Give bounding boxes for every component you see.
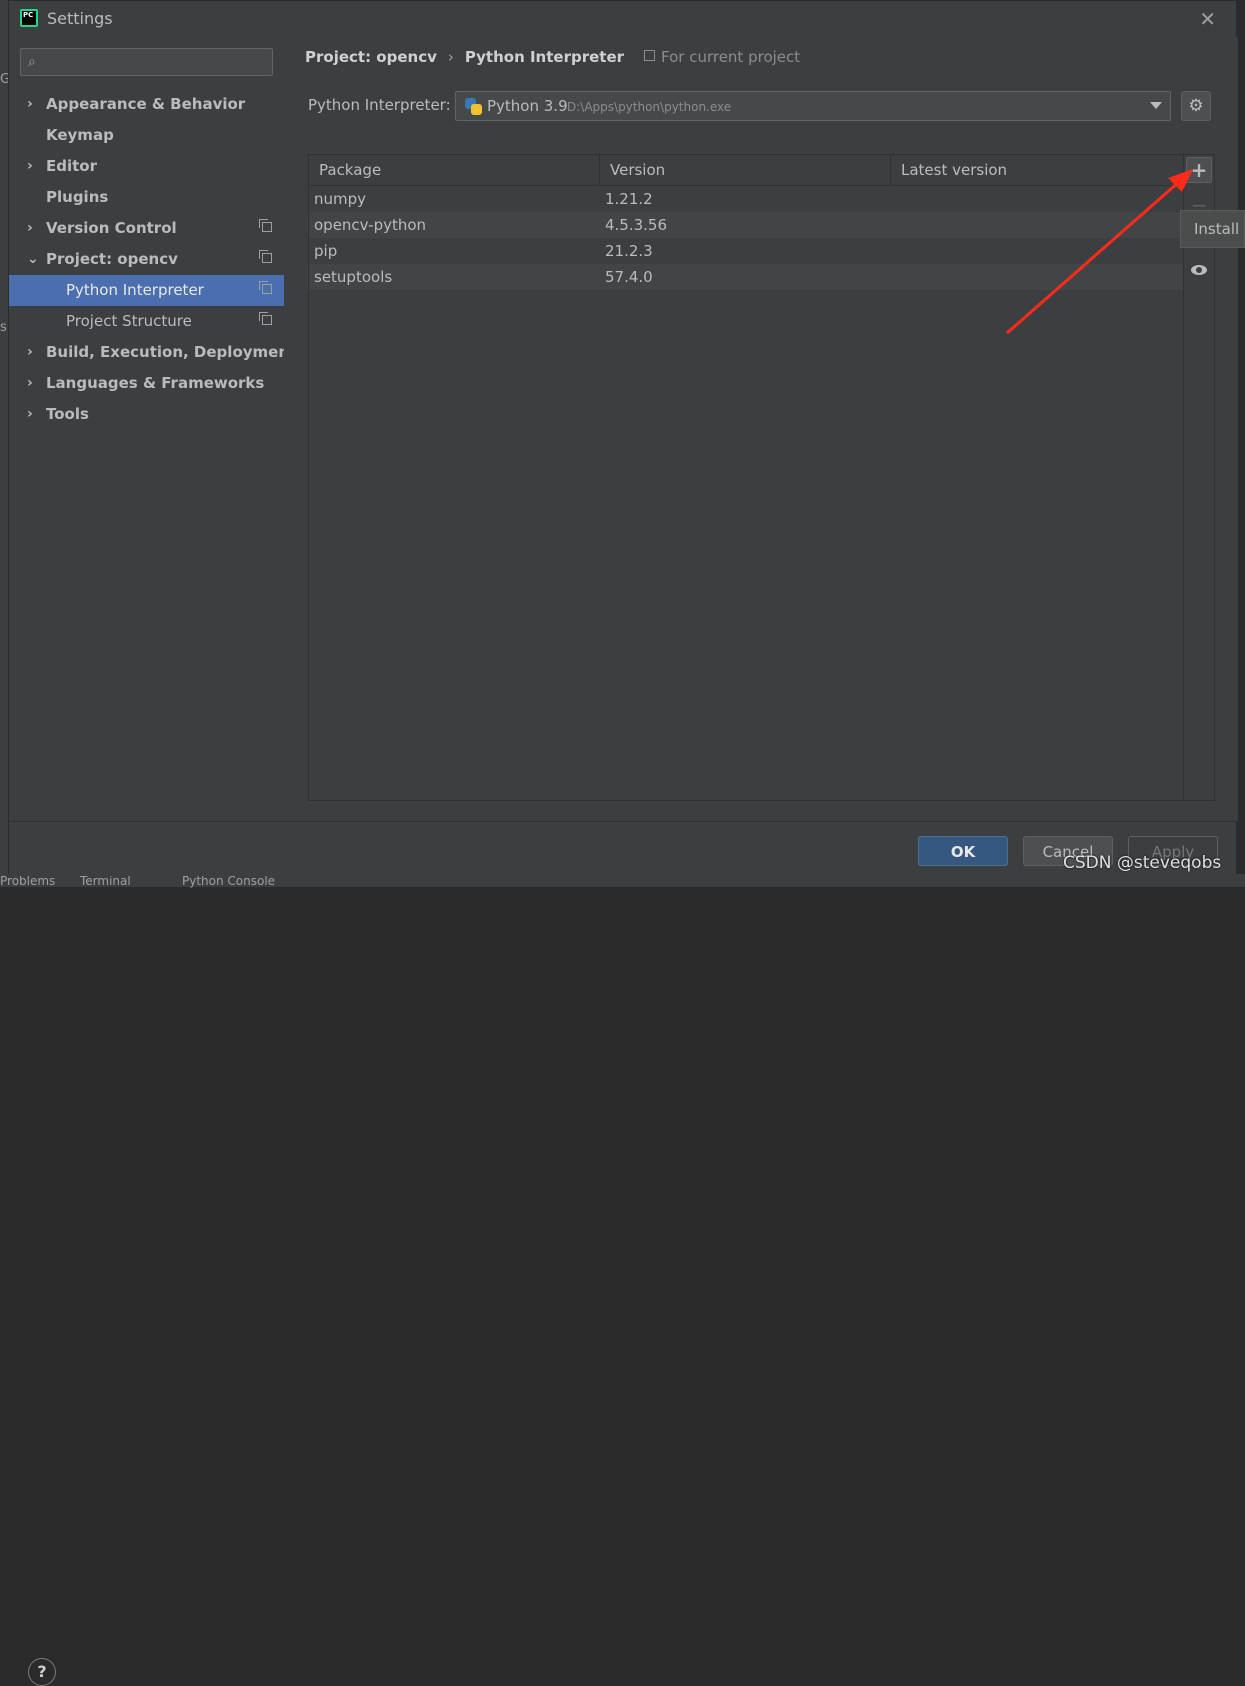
sidebar-item-label: Appearance & Behavior: [46, 95, 246, 113]
column-header-latest-version[interactable]: Latest version: [891, 155, 1183, 185]
dialog-footer: ? OK Cancel Apply: [9, 821, 1236, 1686]
terminal-tab[interactable]: Terminal: [80, 874, 131, 888]
breadcrumb: Project: opencv › Python Interpreter: [305, 48, 624, 66]
help-button[interactable]: ?: [28, 1658, 56, 1686]
package-name: setuptools: [314, 268, 393, 286]
sidebar-item-python-interpreter[interactable]: Python Interpreter: [9, 275, 284, 306]
package-name: numpy: [314, 190, 367, 208]
sidebar-item-tools[interactable]: › Tools: [9, 399, 284, 430]
chevron-right-icon: ›: [27, 344, 33, 360]
packages-table-panel: Package Version Latest version numpy 1.2…: [308, 154, 1215, 801]
python-icon: [465, 98, 482, 115]
interpreter-settings-button[interactable]: ⚙: [1181, 91, 1211, 121]
interpreter-select[interactable]: Python 3.9 D:\Apps\python\python.exe: [455, 91, 1171, 121]
search-icon: ⌕: [28, 54, 36, 70]
interpreter-path: D:\Apps\python\python.exe: [567, 100, 732, 114]
sidebar-item-appearance-behavior[interactable]: › Appearance & Behavior: [9, 89, 284, 120]
python-console-tab[interactable]: Python Console: [182, 874, 275, 888]
sidebar-item-label: Version Control: [46, 219, 177, 237]
sidebar-item-label: Project: opencv: [46, 250, 178, 268]
chevron-right-icon: ›: [27, 158, 33, 174]
sidebar-item-label: Build, Execution, Deployment: [46, 343, 297, 361]
gear-icon: ⚙: [1188, 96, 1204, 116]
package-name: pip: [314, 242, 338, 260]
dialog-title: Settings: [47, 9, 113, 28]
settings-dialog: PC Settings ✕ ⌕ › Appearance & Behavior …: [8, 0, 1238, 1686]
project-scope-icon: [259, 219, 272, 232]
interpreter-name: Python 3.9: [487, 97, 568, 115]
dropdown-arrow-icon: [1150, 102, 1162, 109]
close-icon[interactable]: ✕: [1199, 7, 1216, 31]
table-row[interactable]: opencv-python 4.5.3.56: [309, 212, 1183, 238]
sidebar-item-build-execution-deployment[interactable]: › Build, Execution, Deployment: [9, 337, 296, 368]
sidebar-item-languages-frameworks[interactable]: › Languages & Frameworks: [9, 368, 284, 399]
background-ide-edge: G s: [0, 0, 10, 887]
table-header: Package Version Latest version: [309, 155, 1183, 186]
chevron-right-icon: ›: [27, 220, 33, 236]
pycharm-logo-icon: PC: [20, 9, 38, 27]
sidebar-item-label: Python Interpreter: [66, 281, 204, 299]
sidebar-item-label: Plugins: [46, 188, 109, 206]
scope-label: For current project: [661, 48, 801, 66]
chevron-right-icon: ›: [27, 375, 33, 391]
settings-sidebar: ⌕ › Appearance & Behavior Keymap › Edito…: [9, 37, 296, 821]
ok-button[interactable]: OK: [918, 836, 1008, 866]
sidebar-item-plugins[interactable]: Plugins: [9, 182, 284, 213]
table-row[interactable]: pip 21.2.3: [309, 238, 1183, 264]
breadcrumb-current: Python Interpreter: [464, 48, 625, 66]
title-bar: PC Settings ✕: [9, 1, 1236, 37]
package-version: 21.2.3: [605, 242, 653, 260]
project-scope-icon: [259, 250, 272, 263]
install-tooltip: Install: [1180, 210, 1245, 248]
background-edge-text: s: [0, 320, 7, 335]
chevron-down-icon: ⌄: [27, 251, 39, 267]
project-scope-icon: [259, 312, 272, 325]
settings-content: Project: opencv › Python Interpreter For c…: [284, 37, 1238, 821]
sidebar-item-editor[interactable]: › Editor: [9, 151, 284, 182]
settings-tree: › Appearance & Behavior Keymap › Editor …: [9, 89, 296, 430]
chevron-right-icon: ›: [27, 96, 33, 112]
sidebar-item-label: Keymap: [46, 126, 114, 144]
sidebar-item-label: Tools: [46, 405, 89, 423]
scope-indicator: For current project: [644, 48, 800, 66]
table-row[interactable]: numpy 1.21.2: [309, 186, 1183, 212]
packages-table: Package Version Latest version numpy 1.2…: [309, 155, 1183, 800]
package-version: 4.5.3.56: [605, 216, 668, 234]
settings-search-input[interactable]: ⌕: [20, 48, 273, 76]
package-version: 57.4.0: [605, 268, 653, 286]
breadcrumb-separator: ›: [447, 48, 454, 66]
sidebar-item-project-structure[interactable]: Project Structure: [9, 306, 284, 337]
watermark: CSDN @steveqobs: [1063, 853, 1222, 873]
project-scope-icon: [644, 50, 655, 61]
question-mark-icon: ?: [37, 1662, 47, 1681]
show-early-releases-button[interactable]: [1186, 255, 1212, 281]
sidebar-item-keymap[interactable]: Keymap: [9, 120, 284, 151]
chevron-right-icon: ›: [27, 406, 33, 422]
sidebar-item-project-opencv[interactable]: ⌄ Project: opencv: [9, 244, 284, 275]
sidebar-item-version-control[interactable]: › Version Control: [9, 213, 284, 244]
package-toolbar: + −: [1183, 155, 1214, 800]
package-name: opencv-python: [314, 216, 427, 234]
eye-icon: [1191, 264, 1207, 275]
sidebar-item-label: Editor: [46, 157, 97, 175]
column-header-version[interactable]: Version: [600, 155, 891, 185]
column-header-package[interactable]: Package: [309, 155, 600, 185]
plus-icon: +: [1190, 158, 1208, 182]
breadcrumb-parent[interactable]: Project: opencv: [305, 48, 437, 66]
problems-tab[interactable]: Problems: [0, 874, 55, 888]
package-version: 1.21.2: [605, 190, 653, 208]
table-row[interactable]: setuptools 57.4.0: [309, 264, 1183, 290]
add-package-button[interactable]: +: [1186, 157, 1212, 183]
sidebar-item-label: Project Structure: [66, 312, 192, 330]
interpreter-label: Python Interpreter:: [308, 96, 451, 114]
sidebar-item-label: Languages & Frameworks: [46, 374, 265, 392]
project-scope-icon: [259, 281, 272, 294]
